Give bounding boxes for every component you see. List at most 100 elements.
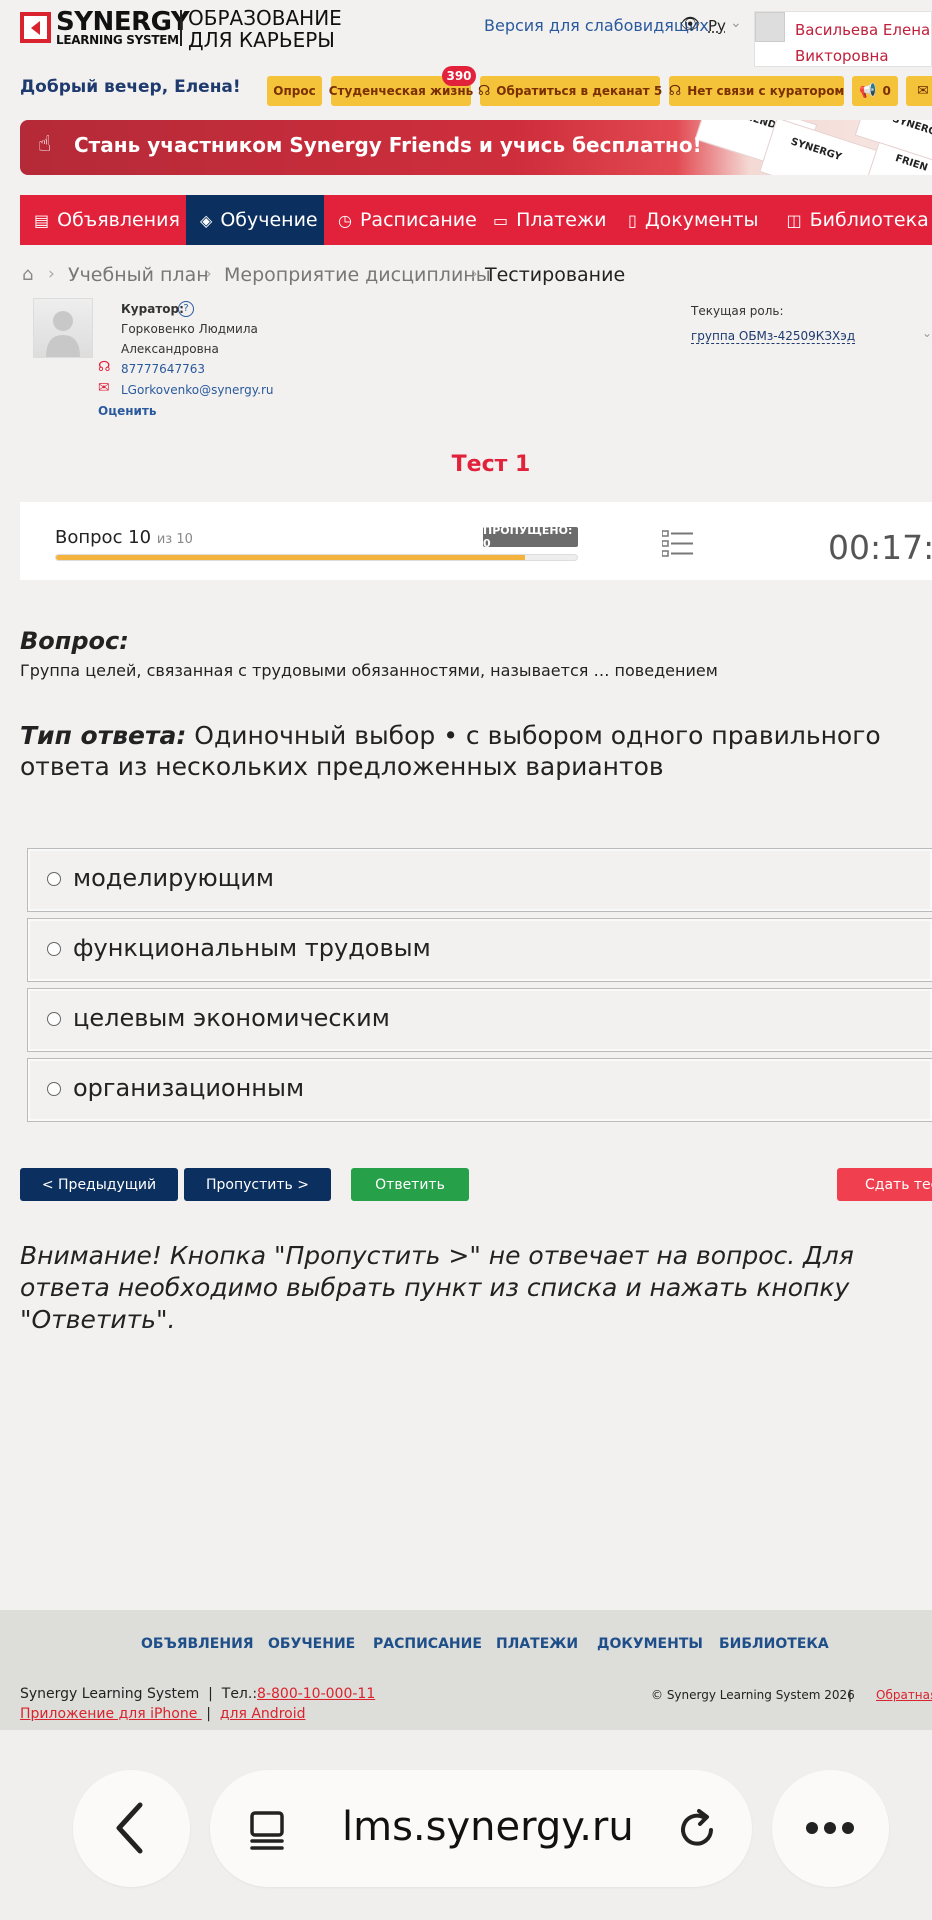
- logo-divider: [180, 10, 182, 46]
- curator-label: Куратор:: [121, 302, 184, 316]
- mail-icon: ✉: [917, 83, 929, 99]
- curator-email[interactable]: LGorkovenko@synergy.ru: [121, 383, 274, 397]
- footer-app-android[interactable]: для Android: [220, 1706, 306, 1722]
- nav-documents[interactable]: ▯ Документы: [614, 195, 773, 245]
- footer-phone-label: Тел.:: [221, 1686, 258, 1702]
- answer-option[interactable]: функциональным трудовым: [27, 918, 932, 982]
- nav-schedule[interactable]: ◷ Расписание: [324, 195, 479, 245]
- payment-icon: ▭: [493, 210, 509, 230]
- footer-divider: |: [848, 1688, 853, 1702]
- timer-main: 00:17:: [828, 528, 932, 567]
- nav-library-label: Библиотека: [809, 209, 929, 231]
- avatar[interactable]: [755, 12, 785, 42]
- radio-button[interactable]: [47, 872, 61, 886]
- nav-payments[interactable]: ▭ Платежи: [479, 195, 614, 245]
- no-curator-contact-button[interactable]: ☊ Нет связи с куратором: [669, 76, 844, 106]
- footer-nav-announcements[interactable]: ОБЪЯВЛЕНИЯ: [141, 1636, 254, 1652]
- home-icon[interactable]: ⌂: [22, 264, 33, 285]
- footer-phone[interactable]: 8-800-10-000-11: [257, 1686, 375, 1702]
- curator-name-2: Александровна: [121, 342, 219, 356]
- answer-option[interactable]: организационным: [27, 1058, 932, 1122]
- language-select[interactable]: Ру: [708, 17, 726, 35]
- footer-app-iphone[interactable]: Приложение для iPhone: [20, 1706, 202, 1722]
- radio-button[interactable]: [47, 1082, 61, 1096]
- contact-deanery-button[interactable]: ☊ Обратиться в деканат 5: [478, 76, 662, 106]
- footer-nav-documents[interactable]: ДОКУМЕНТЫ: [597, 1636, 703, 1652]
- rate-curator-link[interactable]: Оценить: [98, 404, 156, 418]
- curator-phone[interactable]: 87777647763: [121, 362, 205, 376]
- banner-card-text: SYNERGY: [789, 136, 843, 164]
- role-label: Текущая роль:: [691, 304, 784, 318]
- breadcrumb-separator: ›: [205, 264, 212, 284]
- address-bar[interactable]: lms.synergy.ru: [210, 1770, 752, 1887]
- test-title: Тест 1: [451, 452, 531, 477]
- breadcrumb-plan[interactable]: Учебный план: [68, 264, 209, 286]
- chevron-down-icon[interactable]: ⌄: [922, 326, 932, 340]
- synergy-logo-icon[interactable]: [20, 12, 51, 43]
- role-select[interactable]: группа ОБМз-42509КЗХэд: [691, 329, 856, 344]
- back-button[interactable]: [73, 1770, 190, 1887]
- greeting: Добрый вечер, Елена!: [20, 77, 241, 97]
- answer-type-label: Тип ответа:: [20, 721, 187, 750]
- skip-button[interactable]: Пропустить >: [184, 1168, 331, 1201]
- user-name[interactable]: Васильева Елена Викторовна: [795, 17, 930, 69]
- banner-card-text: SYNERGY: [890, 120, 932, 141]
- low-vision-link[interactable]: Версия для слабовидящих: [484, 16, 709, 35]
- breadcrumb-event[interactable]: Мероприятие дисциплины: [224, 264, 491, 286]
- breadcrumb-current: Тестирование: [485, 264, 626, 286]
- user-name-second: Викторовна: [795, 47, 889, 65]
- document-icon: ▯: [628, 210, 637, 230]
- reload-icon[interactable]: [675, 1807, 721, 1853]
- nav-announcements-label: Объявления: [57, 209, 180, 231]
- no-curator-label: Нет связи с куратором: [687, 84, 845, 98]
- logo-synergy[interactable]: SYNERGY: [56, 8, 190, 36]
- answer-option[interactable]: моделирующим: [27, 848, 932, 912]
- progress-bar-fill: [56, 555, 525, 560]
- footer-feedback[interactable]: Обратная связь: [876, 1688, 932, 1702]
- answer-type: Тип ответа: Одиночный выбор • с выбором …: [20, 720, 930, 782]
- clock-icon: ◷: [338, 210, 352, 230]
- graduation-cap-icon: ◈: [200, 210, 213, 230]
- footer-nav-schedule[interactable]: РАСПИСАНИЕ: [373, 1636, 482, 1652]
- footer-apps-line: Приложение для iPhone | для Android: [20, 1706, 306, 1722]
- question-text: Группа целей, связанная с трудовыми обяз…: [20, 661, 718, 680]
- eye-icon[interactable]: 👁: [680, 14, 700, 33]
- answer-option-label: моделирующим: [73, 864, 275, 892]
- main-nav: ▤ Объявления ◈ Обучение ◷ Расписание ▭ Плате…: [20, 195, 932, 245]
- question-list-icon[interactable]: [661, 530, 694, 558]
- notification-badge: 390: [442, 66, 476, 86]
- nav-library[interactable]: ◫Библиотека⌄: [773, 195, 932, 245]
- mail-button[interactable]: ✉: [906, 76, 932, 106]
- footer-nav-library[interactable]: БИБЛИОТЕКА: [719, 1636, 829, 1652]
- answer-button[interactable]: Ответить: [351, 1168, 469, 1201]
- url-text[interactable]: lms.synergy.ru: [342, 1804, 634, 1850]
- nav-learning[interactable]: ◈ Обучение: [186, 195, 324, 245]
- megaphone-icon: 📢: [859, 83, 877, 99]
- more-menu-button[interactable]: [772, 1770, 889, 1887]
- footer-company: Synergy Learning System: [20, 1686, 200, 1702]
- help-icon[interactable]: ?: [178, 301, 194, 317]
- footer-nav-learning[interactable]: ОБУЧЕНИЕ: [268, 1636, 355, 1652]
- announcements-counter-button[interactable]: 📢 0: [852, 76, 898, 106]
- survey-button[interactable]: Опрос: [267, 76, 322, 106]
- nav-announcements[interactable]: ▤ Объявления: [20, 195, 186, 245]
- answer-option-label: организационным: [73, 1074, 305, 1102]
- chevron-down-icon[interactable]: ⌄: [730, 15, 742, 31]
- logo-learning-system: LEARNING SYSTEM: [56, 33, 179, 47]
- logo-tagline-1: ОБРАЗОВАНИЕ: [188, 6, 342, 30]
- answer-option[interactable]: целевым экономическим: [27, 988, 932, 1052]
- nav-learning-label: Обучение: [220, 209, 318, 231]
- radio-button[interactable]: [47, 942, 61, 956]
- footer-feedback-link[interactable]: Обратная связь: [876, 1688, 932, 1702]
- radio-button[interactable]: [47, 1012, 61, 1026]
- banner-text[interactable]: Стань участником Synergy Friends и учись…: [74, 133, 702, 157]
- footer-company-line: Synergy Learning System | Тел.:8-800-10-…: [20, 1686, 376, 1702]
- nav-documents-label: Документы: [644, 209, 759, 231]
- question-total: из 10: [156, 532, 193, 547]
- previous-button[interactable]: < Предыдущий: [20, 1168, 178, 1201]
- submit-test-button[interactable]: Сдать тест: [837, 1168, 932, 1201]
- answer-option-label: целевым экономическим: [73, 1004, 390, 1032]
- tabs-icon[interactable]: [246, 1808, 290, 1852]
- curator-name-1: Горковенко Людмила: [121, 322, 258, 336]
- footer-nav-payments[interactable]: ПЛАТЕЖИ: [496, 1636, 578, 1652]
